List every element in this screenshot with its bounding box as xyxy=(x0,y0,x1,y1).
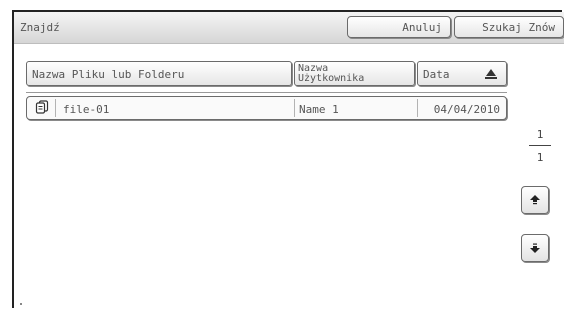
sort-ascending-icon xyxy=(486,69,496,76)
page-current: 1 xyxy=(536,128,544,141)
row-separator xyxy=(294,99,295,117)
page-divider xyxy=(529,145,551,146)
page-total: 1 xyxy=(536,151,544,164)
row-separator xyxy=(417,99,418,117)
arrow-up-icon xyxy=(530,195,540,205)
sort-ascending-icon-base xyxy=(485,77,497,79)
column-header-user-line2: Użytkownika xyxy=(298,73,365,84)
table-row[interactable]: file-01 Name 1 04/04/2010 xyxy=(26,96,507,120)
column-header-user[interactable]: Nazwa Użytkownika xyxy=(294,61,415,86)
decorative-dot xyxy=(20,303,22,305)
dialog-frame xyxy=(12,10,562,308)
column-header-date-label: Data xyxy=(423,68,450,81)
row-date: 04/04/2010 xyxy=(433,103,500,116)
window-title: Znajdź xyxy=(20,21,60,34)
row-separator xyxy=(55,99,56,117)
column-header-date[interactable]: Data xyxy=(417,61,507,86)
scroll-down-button[interactable] xyxy=(521,234,549,262)
row-user-name: Name 1 xyxy=(299,103,339,116)
column-header-name-label: Nazwa Pliku lub Folderu xyxy=(32,68,185,81)
page-indicator: 1 1 xyxy=(520,128,560,164)
row-file-name: file-01 xyxy=(63,103,110,116)
search-again-button[interactable]: Szukaj Znów xyxy=(454,16,564,38)
header-divider xyxy=(26,92,507,93)
cancel-button[interactable]: Anuluj xyxy=(347,16,451,38)
column-header-name[interactable]: Nazwa Pliku lub Folderu xyxy=(26,61,292,86)
arrow-down-icon xyxy=(530,243,540,253)
title-bar: Znajdź Anuluj Szukaj Znów xyxy=(14,12,564,44)
file-stack-icon xyxy=(35,100,49,114)
scroll-up-button[interactable] xyxy=(521,186,549,214)
